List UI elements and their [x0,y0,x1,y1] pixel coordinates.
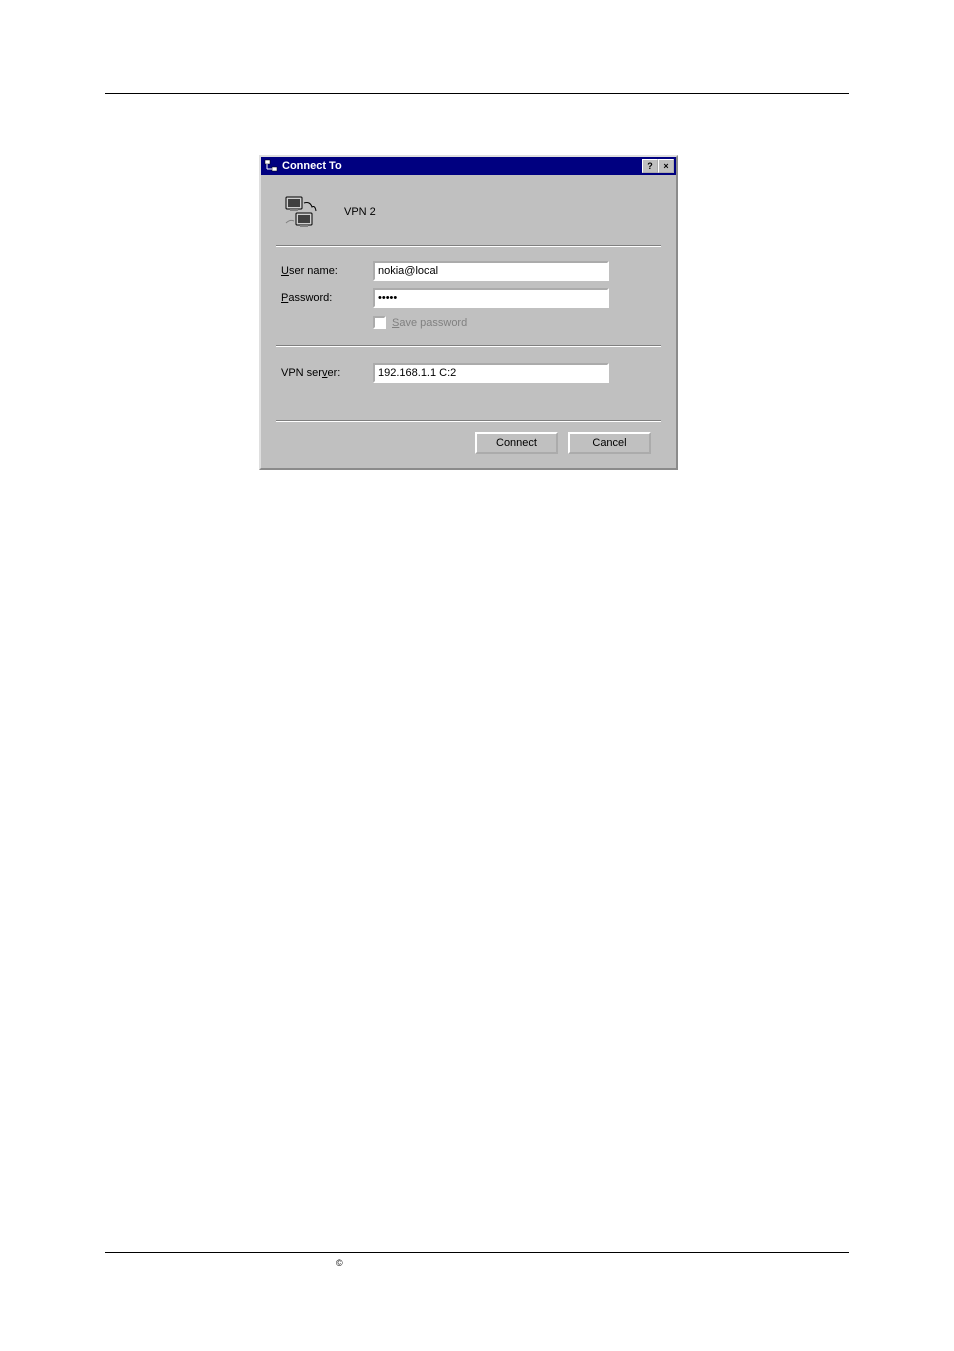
page-top-rule [105,93,849,94]
copyright-symbol: © [336,1258,343,1268]
dialog-body: VPN 2 User name: Password: Save password… [261,175,676,468]
vpn-server-label: VPN server: [281,367,373,379]
modem-icon [282,193,322,231]
server-section: VPN server: [276,347,661,420]
save-password-row: Save password [373,316,661,329]
save-password-checkbox[interactable] [373,316,386,329]
save-password-label: Save password [392,317,467,329]
password-label: Password: [281,292,373,304]
dialog-title: Connect To [282,160,642,172]
username-label: User name: [281,265,373,277]
close-button[interactable]: × [658,159,674,173]
header-section: VPN 2 [276,187,661,246]
button-row: Connect Cancel [276,432,661,458]
username-row: User name: [281,261,661,281]
vpn-server-row: VPN server: [281,363,661,383]
titlebar: Connect To ? × [261,157,676,175]
vpn-server-input[interactable] [373,363,609,383]
help-button[interactable]: ? [642,159,658,173]
connection-icon [263,158,279,174]
password-input[interactable] [373,288,609,308]
connect-button[interactable]: Connect [475,432,558,454]
divider-3 [276,420,661,422]
connect-to-dialog: Connect To ? × VPN 2 [259,155,678,470]
password-row: Password: [281,288,661,308]
username-input[interactable] [373,261,609,281]
titlebar-buttons: ? × [642,159,674,173]
page-bottom-rule [105,1252,849,1253]
credentials-section: User name: Password: Save password [276,247,661,345]
cancel-button[interactable]: Cancel [568,432,651,454]
vpn-name-label: VPN 2 [344,206,376,218]
